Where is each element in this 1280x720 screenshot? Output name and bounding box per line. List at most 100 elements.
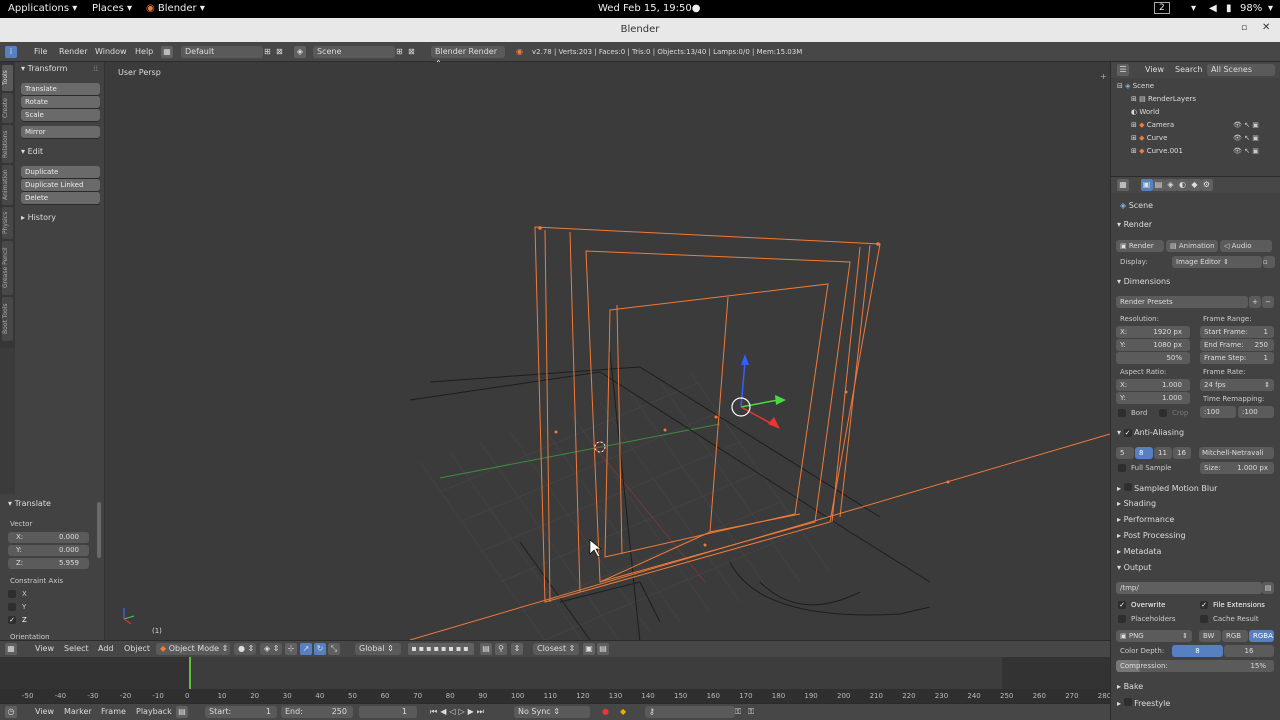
start-frame-field[interactable]: Start Frame: 1 <box>1200 326 1274 338</box>
opengl-anim-icon[interactable]: ▤ <box>597 643 609 655</box>
render-button[interactable]: ▣ Render <box>1116 240 1164 252</box>
keying-set-field[interactable]: ⚷ <box>645 706 735 718</box>
cache-result-checkbox[interactable] <box>1200 615 1208 623</box>
bake-panel-header[interactable]: ▸ Bake <box>1117 682 1143 691</box>
aspect-y-field[interactable]: Y: 1.000 <box>1116 392 1190 404</box>
outliner-filter-select[interactable]: All Scenes <box>1207 64 1275 76</box>
aa-11-button[interactable]: 11 <box>1154 447 1172 459</box>
file-browser-icon[interactable]: ▤ <box>1262 582 1274 594</box>
manipulator-toggle-icon[interactable]: ⊹ <box>285 643 297 655</box>
preview-range-icon[interactable]: ▤ <box>176 706 188 718</box>
display-select[interactable]: Image Editor ⇕ <box>1172 256 1262 268</box>
constraint-y-checkbox[interactable] <box>8 603 16 611</box>
system-menu-icon[interactable]: ▾ <box>1268 3 1273 14</box>
edit-panel-header[interactable]: ▾ Edit <box>21 147 43 156</box>
tab-create[interactable]: Create <box>2 93 13 123</box>
3d-editor-type-icon[interactable]: ▦ <box>5 643 17 655</box>
overwrite-checkbox[interactable]: ✓ <box>1118 601 1126 609</box>
render-presets-select[interactable]: Render Presets <box>1116 296 1248 308</box>
timeline-editor-type-icon[interactable]: ◷ <box>5 706 17 718</box>
render-panel-header[interactable]: ▾ Render <box>1117 220 1152 229</box>
volume-icon[interactable]: ◀ <box>1209 3 1217 14</box>
bw-button[interactable]: BW <box>1199 630 1221 642</box>
depth-16-button[interactable]: 16 <box>1224 645 1274 657</box>
mode-select[interactable]: ◆ Object Mode ⇕ <box>156 643 230 655</box>
scene-field[interactable]: Scene <box>313 46 395 58</box>
resolution-y-field[interactable]: Y: 1080 px <box>1116 339 1190 351</box>
vector-y-field[interactable]: Y: 0.000 <box>8 545 89 556</box>
menu-select[interactable]: Select <box>64 643 89 655</box>
outliner-item-world[interactable]: ◐ World <box>1131 108 1159 116</box>
close-window-icon[interactable]: ✕ <box>1262 22 1270 33</box>
tab-physics[interactable]: Physics <box>2 207 13 239</box>
tab-tools[interactable]: Tools <box>2 65 13 91</box>
applications-menu[interactable]: Applications ▾ <box>8 3 77 14</box>
aa-checkbox[interactable]: ✓ <box>1123 429 1132 437</box>
freestyle-panel-header[interactable]: ▸ Freestyle <box>1117 698 1170 708</box>
timeline-menu-view[interactable]: View <box>35 706 54 718</box>
add-layout-icon[interactable]: ⊞ <box>264 46 271 58</box>
vector-x-field[interactable]: X: 0.000 <box>8 532 89 543</box>
orientation-select[interactable]: Global ⇕ <box>355 643 401 655</box>
audio-button[interactable]: ◁ Audio <box>1220 240 1272 252</box>
vector-z-field[interactable]: Z: 5.959 <box>8 558 89 569</box>
current-frame-field[interactable]: 1 <box>359 706 417 718</box>
add-preset-icon[interactable]: + <box>1249 296 1261 308</box>
output-panel-header[interactable]: ▾ Output <box>1117 563 1151 572</box>
end-frame-field[interactable]: End Frame: 250 <box>1200 339 1274 351</box>
snap-target-select[interactable]: Closest ⇕ <box>533 643 579 655</box>
end-frame-field[interactable]: End: 250 <box>281 706 353 718</box>
workspace-indicator[interactable]: 2 <box>1154 2 1170 14</box>
shading-select[interactable]: ● ⇕ <box>234 643 256 655</box>
placeholders-checkbox[interactable] <box>1118 615 1126 623</box>
constraint-z-checkbox[interactable]: ✓ <box>8 616 16 624</box>
file-format-select[interactable]: ▣ PNG ⇕ <box>1116 630 1192 642</box>
motion-blur-checkbox[interactable] <box>1123 483 1132 491</box>
menu-object[interactable]: Object <box>124 643 150 655</box>
outliner-item-renderlayers[interactable]: ⊞ ▤ RenderLayers <box>1131 95 1196 103</box>
menu-help[interactable]: Help <box>135 46 153 58</box>
insert-keyframe-icon[interactable]: ⚿ <box>735 706 741 718</box>
aa-filter-select[interactable]: Mitchell-Netravali <box>1199 447 1274 459</box>
filter-size-field[interactable]: Size: 1.000 px <box>1200 462 1274 474</box>
depth-8-button[interactable]: 8 <box>1172 645 1223 657</box>
delete-button[interactable]: Delete <box>21 192 100 204</box>
editor-type-icon[interactable]: i <box>5 46 17 58</box>
post-processing-panel-header[interactable]: ▸ Post Processing <box>1117 531 1186 540</box>
compression-slider[interactable]: Compression: 15% <box>1116 660 1274 672</box>
constraint-x-checkbox[interactable] <box>8 590 16 598</box>
outliner-item-scene[interactable]: ⊟ ◈ Scene <box>1117 82 1154 90</box>
outliner-item-curve-001[interactable]: ⊞ ◆ Curve.001 <box>1131 147 1183 155</box>
rgb-button[interactable]: RGB <box>1222 630 1248 642</box>
battery-icon[interactable]: ▮ <box>1226 3 1232 14</box>
properties-toggle-icon[interactable]: + <box>1100 72 1107 81</box>
visibility-icon[interactable]: 👁 ↖ ▣ <box>1233 121 1259 129</box>
output-path-field[interactable]: /tmp/ <box>1116 582 1262 594</box>
properties-context-tabs[interactable]: ▣ ▤ ◈ ◐ ◆ ⚙ <box>1141 179 1213 191</box>
sync-select[interactable]: No Sync ⇕ <box>514 706 590 718</box>
layers-icon[interactable]: ▪▪▪▪▪▪▪▪ <box>408 643 474 655</box>
remap-new-field[interactable]: :100 <box>1238 406 1274 418</box>
visibility-icon[interactable]: 👁 ↖ ▣ <box>1233 147 1259 155</box>
translate-manipulator-icon[interactable]: ↗ <box>300 643 312 655</box>
aa-16-button[interactable]: 16 <box>1173 447 1191 459</box>
tab-boot-tools[interactable]: Boot Tools <box>2 297 13 341</box>
timeline-menu-frame[interactable]: Frame <box>101 706 126 718</box>
remove-scene-icon[interactable]: ⊠ <box>408 46 415 58</box>
remove-preset-icon[interactable]: − <box>1262 296 1274 308</box>
mirror-button[interactable]: Mirror <box>21 126 100 138</box>
display-window-icon[interactable]: ▫ <box>1263 256 1275 268</box>
transform-panel-header[interactable]: ▾ Transform <box>21 64 67 73</box>
scale-button[interactable]: Scale <box>21 109 100 121</box>
remove-layout-icon[interactable]: ⊠ <box>276 46 283 58</box>
delete-keyframe-icon[interactable]: ⚿ <box>748 706 754 718</box>
outliner-menu-search[interactable]: Search <box>1175 64 1202 76</box>
remap-old-field[interactable]: :100 <box>1200 406 1236 418</box>
snap-icon[interactable]: ⚲ <box>495 643 507 655</box>
drag-handle-icon[interactable]: ⁞⁞ <box>93 64 98 73</box>
timeline-menu-playback[interactable]: Playback <box>136 706 172 718</box>
blender-app-menu[interactable]: ◉ Blender ▾ <box>146 3 205 14</box>
visibility-icon[interactable]: 👁 ↖ ▣ <box>1233 134 1259 142</box>
file-extensions-checkbox[interactable]: ✓ <box>1200 601 1208 609</box>
metadata-panel-header[interactable]: ▸ Metadata <box>1117 547 1161 556</box>
